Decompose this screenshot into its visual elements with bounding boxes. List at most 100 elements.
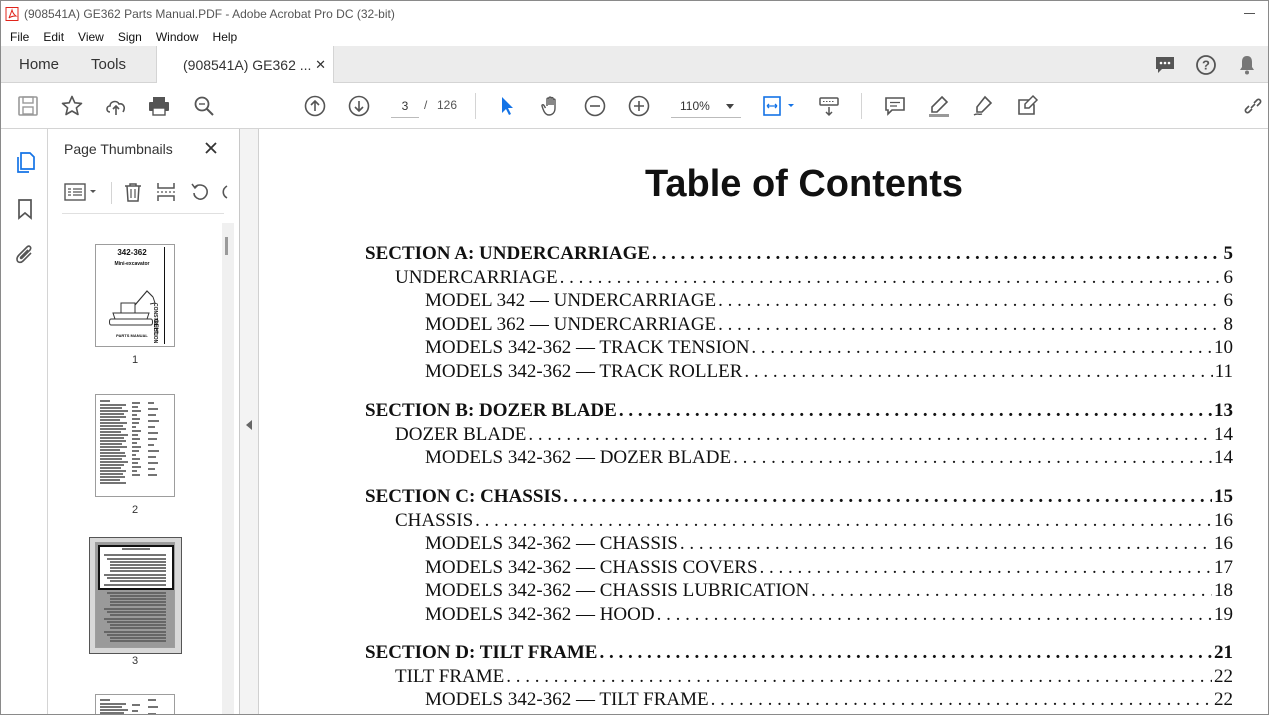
notifications-bell-icon[interactable]	[1235, 53, 1259, 77]
menu-window[interactable]: Window	[156, 30, 199, 44]
toc-entry-page: 19	[1214, 604, 1233, 625]
star-bookmark-icon[interactable]	[60, 94, 84, 118]
toc-entry[interactable]: TILT FRAME 22	[395, 666, 1233, 688]
hand-tool-icon[interactable]	[539, 94, 563, 118]
more-tools-icon[interactable]	[218, 181, 228, 203]
cloud-upload-icon[interactable]	[104, 94, 128, 118]
minimize-button[interactable]	[1244, 5, 1256, 19]
menu-view[interactable]: View	[78, 30, 104, 44]
fill-sign-icon[interactable]	[1015, 94, 1039, 118]
toc-entry[interactable]: CHASSIS 16	[395, 510, 1233, 532]
excavator-illustration	[109, 290, 156, 326]
menu-sign[interactable]: Sign	[118, 30, 142, 44]
left-navigation-rail	[1, 129, 48, 714]
toc-leader-dots	[599, 642, 1212, 664]
toc-leader-dots	[760, 557, 1212, 579]
panel-splitter[interactable]	[240, 129, 259, 714]
toc-entry[interactable]: UNDERCARRIAGE 6	[395, 267, 1233, 289]
total-pages: 126	[437, 98, 458, 112]
toc-entry[interactable]: MODELS 342-362 — TILT FRAME 22	[425, 689, 1233, 711]
scrolling-mode-icon[interactable]	[817, 94, 841, 118]
cover-side-strip	[164, 247, 173, 344]
thumbnail-page-number: 3	[131, 655, 139, 667]
close-tab-icon[interactable]: ✕	[315, 57, 326, 73]
acrobat-window: (908541A) GE362 Parts Manual.PDF - Adobe…	[0, 0, 1269, 715]
toc-leader-dots	[528, 424, 1212, 446]
toc-entry-page: 14	[1214, 447, 1233, 468]
zoom-level-dropdown[interactable]: 110%	[671, 94, 741, 118]
zoom-search-icon[interactable]	[192, 94, 216, 118]
tab-bar: Home Tools (908541A) GE362 ... ✕ ?	[1, 46, 1268, 84]
toc-entry[interactable]: MODEL 362 — UNDERCARRIAGE 8	[425, 314, 1233, 336]
toc-entry[interactable]: MODELS 342-362 — CHASSIS LUBRICATION 18	[425, 580, 1233, 602]
page-thumbnails-icon[interactable]	[13, 150, 37, 174]
toc-entry-label: MODEL 342 — UNDERCARRIAGE	[425, 290, 717, 311]
close-panel-icon[interactable]	[203, 140, 219, 156]
page-fit-icon[interactable]	[761, 94, 797, 118]
window-title: (908541A) GE362 Parts Manual.PDF - Adobe…	[24, 7, 395, 21]
attachments-paperclip-icon[interactable]	[13, 243, 37, 267]
share-link-icon[interactable]	[1241, 94, 1265, 118]
page-2-text-lines	[100, 400, 159, 484]
toc-entry[interactable]: SECTION B: DOZER BLADE 13	[365, 400, 1233, 422]
tab-document[interactable]: (908541A) GE362 ... ✕	[156, 46, 334, 84]
toc-entry[interactable]: SECTION C: CHASSIS 15	[365, 486, 1233, 508]
toc-entry[interactable]: SECTION D: TILT FRAME 21	[365, 642, 1233, 664]
toc-leader-dots	[733, 447, 1212, 469]
current-page-input[interactable]: 3	[391, 94, 419, 118]
toc-entry[interactable]: MODELS 342-362 — HOOD 19	[425, 604, 1233, 626]
comment-icon[interactable]	[1153, 53, 1177, 77]
toc-entry-page: 6	[1223, 290, 1234, 311]
thumbnail-scrollbar[interactable]	[222, 223, 234, 714]
panel-title: Page Thumbnails	[64, 141, 173, 157]
toc-entry-label: MODELS 342-362 — CHASSIS LUBRICATION	[425, 580, 810, 601]
zoom-out-icon[interactable]	[583, 94, 607, 118]
previous-page-icon[interactable]	[303, 94, 327, 118]
toolbar-divider	[475, 93, 476, 119]
title-bar: (908541A) GE362 Parts Manual.PDF - Adobe…	[1, 1, 1268, 27]
toc-entry-label: MODELS 342-362 — DOZER BLADE	[425, 447, 732, 468]
menu-help[interactable]: Help	[213, 30, 238, 44]
document-heading: Table of Contents	[644, 163, 964, 205]
tab-tools[interactable]: Tools	[91, 46, 126, 83]
toc-entry[interactable]: MODELS 342-362 — CHASSIS 16	[425, 533, 1233, 555]
document-view[interactable]: Table of Contents SECTION A: UNDERCARRIA…	[259, 129, 1268, 714]
toc-entry-label: MODELS 342-362 — TRACK ROLLER	[425, 361, 743, 382]
thumbnail-page-1[interactable]: 342-362 Mini-excavator PARTS MANUAL CONS…	[95, 244, 175, 347]
thumbnail-options-icon[interactable]	[64, 181, 98, 203]
print-icon[interactable]	[147, 94, 171, 118]
save-icon[interactable]	[16, 94, 40, 118]
collapse-panel-arrow-icon[interactable]	[246, 420, 252, 430]
rotate-page-icon[interactable]	[189, 181, 211, 203]
acrobat-app-icon	[5, 7, 19, 21]
toc-entry[interactable]: MODEL 342 — UNDERCARRIAGE 6	[425, 290, 1233, 312]
next-page-icon[interactable]	[347, 94, 371, 118]
zoom-in-icon[interactable]	[627, 94, 651, 118]
cover-brand-logo: GEHL	[152, 319, 158, 336]
scrollbar-thumb[interactable]	[225, 237, 228, 255]
delete-trash-icon[interactable]	[122, 181, 144, 203]
toc-entry[interactable]: DOZER BLADE 14	[395, 424, 1233, 446]
select-cursor-icon[interactable]	[495, 94, 519, 118]
thumbnail-page-2[interactable]	[95, 394, 175, 497]
draw-pen-icon[interactable]	[971, 94, 995, 118]
toc-entry-page: 10	[1214, 337, 1233, 358]
toc-entry[interactable]: SECTION A: UNDERCARRIAGE 5	[365, 243, 1233, 265]
thumbnail-page-4[interactable]	[95, 694, 175, 714]
thumbnail-page-3[interactable]	[95, 542, 175, 648]
menu-file[interactable]: File	[10, 30, 29, 44]
tab-home[interactable]: Home	[19, 46, 59, 83]
bookmarks-icon[interactable]	[13, 197, 37, 221]
toc-entry[interactable]: MODELS 342-362 — CHASSIS COVERS 17	[425, 557, 1233, 579]
extract-pages-icon[interactable]	[155, 181, 177, 203]
toc-entry-label: TILT FRAME	[395, 666, 505, 687]
help-icon[interactable]: ?	[1194, 53, 1218, 77]
add-comment-icon[interactable]	[883, 94, 907, 118]
toc-entry[interactable]: MODELS 342-362 — TRACK TENSION 10	[425, 337, 1233, 359]
toc-entry[interactable]: MODELS 342-362 — TRACK ROLLER 11	[425, 361, 1233, 383]
menu-edit[interactable]: Edit	[43, 30, 64, 44]
main-toolbar: 3 / 126 110%	[1, 83, 1268, 129]
toc-entry-label: MODELS 342-362 — CHASSIS	[425, 533, 678, 554]
toc-entry[interactable]: MODELS 342-362 — DOZER BLADE 14	[425, 447, 1233, 469]
highlight-pen-icon[interactable]	[927, 94, 951, 118]
